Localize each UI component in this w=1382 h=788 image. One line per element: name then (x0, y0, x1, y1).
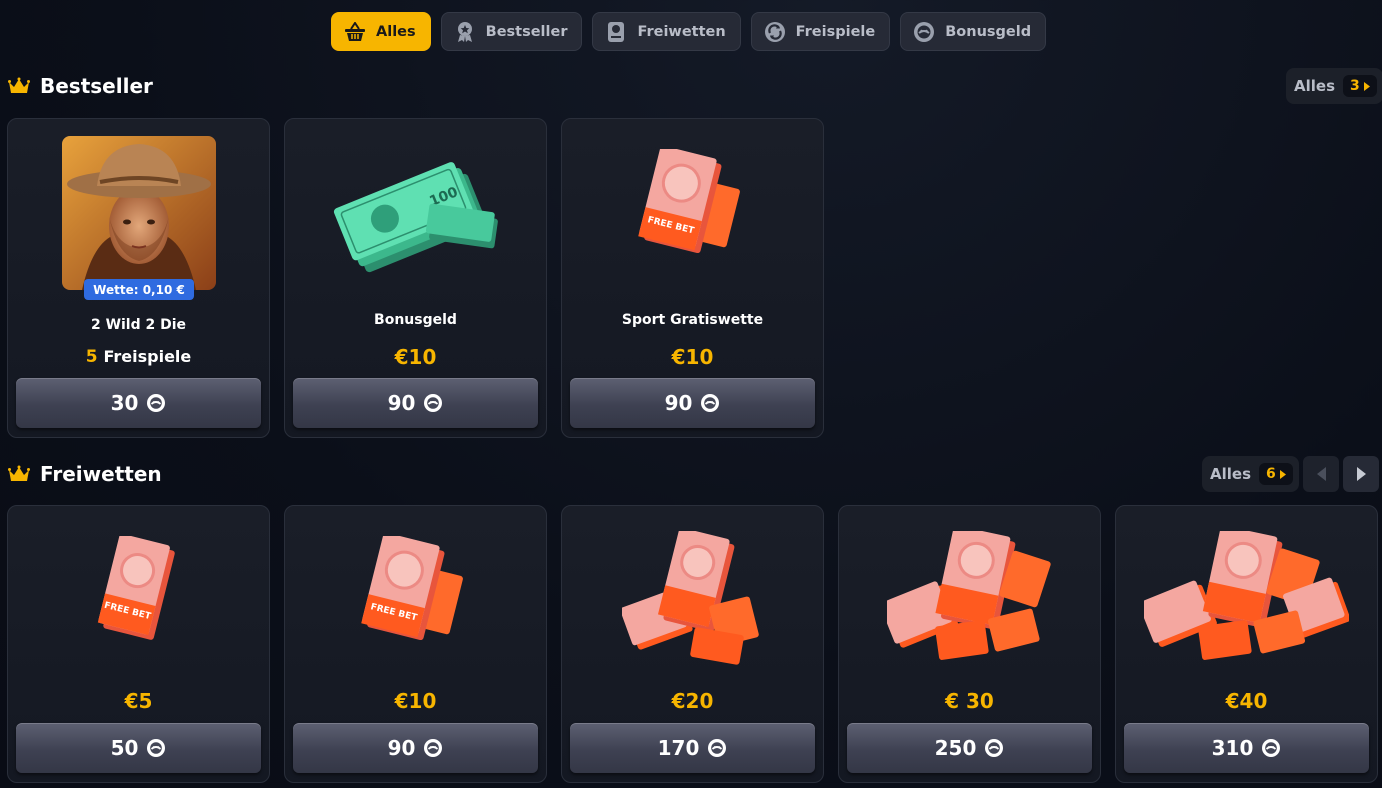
free-bet-tickets-image (622, 531, 759, 665)
bestseller-card-bonusgeld[interactable]: 100 Bonusgeld €10 90 (284, 118, 547, 438)
price: 90 (387, 391, 416, 415)
basket-icon (344, 21, 366, 43)
price: 250 (934, 736, 977, 760)
coin-icon (424, 394, 443, 412)
tab-freiwetten[interactable]: Freiwetten (592, 12, 741, 51)
tab-label: Freiwetten (637, 23, 726, 40)
spin-icon (764, 21, 786, 43)
tab-label: Alles (376, 23, 416, 40)
price: 90 (664, 391, 693, 415)
coin-icon (424, 739, 443, 757)
crown-icon (8, 77, 30, 93)
category-tabs: Alles Bestseller Freiwetten Freispiele B… (331, 12, 1047, 51)
chevron-right-icon (1363, 81, 1370, 91)
card-value: €10 (394, 345, 437, 369)
freiwetten-card[interactable]: €40 310 (1115, 505, 1378, 783)
coin-icon (147, 739, 166, 757)
card-name: Sport Gratiswette (621, 312, 764, 328)
price: 30 (110, 391, 139, 415)
freiwetten-card[interactable]: €20 170 (561, 505, 824, 783)
freiwetten-card[interactable]: € 30 250 (838, 505, 1101, 783)
carousel-prev-button[interactable] (1303, 456, 1339, 492)
price: 90 (387, 736, 416, 760)
section-title: Freiwetten (40, 462, 162, 486)
price: 170 (657, 736, 700, 760)
card-value: €40 (1225, 689, 1268, 713)
section-title: Bestseller (40, 74, 153, 98)
carousel-next-button[interactable] (1343, 456, 1379, 492)
tab-freispiele[interactable]: Freispiele (750, 12, 891, 51)
coin-icon (701, 394, 720, 412)
price: 310 (1211, 736, 1254, 760)
freiwetten-card[interactable]: FREE BET €5 50 (7, 505, 270, 783)
tab-bestseller[interactable]: Bestseller (440, 12, 583, 51)
free-bet-tickets-image: FREE BET (97, 536, 175, 640)
card-name: 2 Wild 2 Die (90, 317, 187, 333)
tab-label: Bestseller (485, 23, 568, 40)
card-value: € 30 (945, 689, 994, 713)
bet-badge: Wette: 0,10 € (84, 279, 194, 300)
buy-button[interactable]: 250 (847, 723, 1092, 773)
count-badge: 3 (1343, 75, 1377, 97)
view-all-label: Alles (1210, 465, 1251, 483)
free-bet-tickets-image: FREE BET (361, 536, 463, 641)
chevron-right-icon (1279, 469, 1286, 479)
coin-icon (708, 739, 727, 757)
tab-alles[interactable]: Alles (331, 12, 431, 51)
buy-button[interactable]: 310 (1124, 723, 1369, 773)
tab-bonusgeld[interactable]: Bonusgeld (900, 12, 1047, 51)
card-value: €10 (394, 689, 437, 713)
card-value: 5 Freispiele (8, 347, 269, 367)
card-value: €20 (671, 689, 714, 713)
freiwetten-header: Freiwetten (8, 462, 162, 486)
bestseller-card-2-wild-2-die[interactable]: Wette: 0,10 € 2 Wild 2 Die 5 Freispiele … (7, 118, 270, 438)
buy-button[interactable]: 90 (293, 723, 538, 773)
free-bet-tickets-image (887, 531, 1051, 660)
buy-button[interactable]: 170 (570, 723, 815, 773)
coin-icon (985, 739, 1004, 757)
count-badge: 6 (1259, 463, 1293, 485)
free-bet-tickets-image: FREE BET (638, 149, 740, 254)
card-value: €10 (671, 345, 714, 369)
card-value: €5 (124, 689, 153, 713)
count-value: 6 (1266, 466, 1276, 482)
card-name: Bonusgeld (374, 312, 457, 328)
chevron-left-icon (1316, 467, 1326, 481)
buy-button[interactable]: 90 (570, 378, 815, 428)
bestseller-header: Bestseller (8, 74, 153, 98)
banknotes-image: 100 (333, 162, 498, 273)
tab-label: Freispiele (795, 23, 876, 40)
freespins-label: Freispiele (103, 347, 192, 366)
medal-icon (454, 21, 476, 43)
crown-icon (8, 465, 30, 481)
coin-icon (913, 21, 935, 43)
price: 50 (110, 736, 139, 760)
tab-label: Bonusgeld (945, 23, 1032, 40)
bestseller-view-all-button[interactable]: Alles 3 (1286, 68, 1382, 104)
view-all-label: Alles (1294, 77, 1335, 95)
chevron-right-icon (1356, 467, 1366, 481)
buy-button[interactable]: 90 (293, 378, 538, 428)
freiwetten-view-all-button[interactable]: Alles 6 (1202, 456, 1299, 492)
game-thumbnail (62, 136, 216, 290)
coin-icon (1262, 739, 1281, 757)
buy-button[interactable]: 30 (16, 378, 261, 428)
ticket-icon (605, 21, 627, 43)
free-bet-tickets-image (1144, 531, 1349, 660)
freespins-count: 5 (85, 347, 98, 367)
buy-button[interactable]: 50 (16, 723, 261, 773)
freiwetten-card[interactable]: FREE BET €10 90 (284, 505, 547, 783)
count-value: 3 (1350, 78, 1360, 94)
bestseller-card-sport-gratiswette[interactable]: FREE BET Sport Gratiswette €10 90 (561, 118, 824, 438)
coin-icon (147, 394, 166, 412)
